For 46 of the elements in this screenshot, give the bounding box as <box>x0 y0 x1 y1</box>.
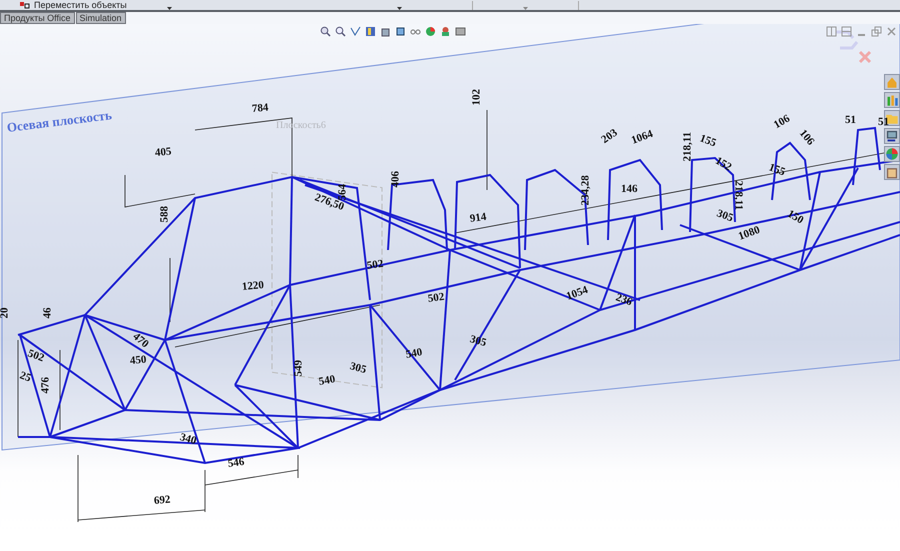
dimension-label: 1220 <box>242 280 264 293</box>
ribbon-tab[interactable]: Продукты Office <box>0 12 75 24</box>
dimension-label: 51 <box>845 115 856 126</box>
dimension-label: 236 <box>614 292 634 308</box>
dimension-label: 234,28 <box>580 175 592 206</box>
dimension-label: 20 <box>0 308 10 318</box>
dimension-label: 476 <box>40 377 52 394</box>
dimension-label: 540 <box>405 347 424 361</box>
dimension-label: 405 <box>154 146 172 159</box>
dimension-label: 549 <box>294 360 304 376</box>
dimension-label: 502 <box>427 292 446 305</box>
dimension-label: 502 <box>366 258 384 272</box>
dimension-label: 540 <box>318 374 336 388</box>
dimension-label: 305 <box>715 208 734 224</box>
move-entities-command[interactable]: Переместить объекты <box>34 1 127 10</box>
dimension-label: 218,11 <box>732 180 744 210</box>
dimension-label: 502 <box>26 348 46 364</box>
dimension-label: 150 <box>785 208 806 227</box>
dimension-label: 46 <box>42 308 54 318</box>
dimension-label: 546 <box>227 456 246 470</box>
dimension-label: 155 <box>767 162 786 178</box>
dimension-label: 1054 <box>565 284 590 303</box>
dimension-label: 692 <box>154 494 171 507</box>
dimension-label: 470 <box>130 331 150 350</box>
dimension-label: 450 <box>130 354 147 367</box>
dimension-label: 1080 <box>737 224 762 243</box>
plane-label: Осевая плоскость <box>6 107 113 136</box>
dimension-label: 155 <box>698 133 718 150</box>
dimension-label: 106 <box>796 128 816 148</box>
dimension-label: 1064 <box>630 128 655 147</box>
ribbon-tab[interactable]: Simulation <box>76 12 126 24</box>
dimension-label: 305 <box>468 334 488 350</box>
dimension-label: 51 <box>878 117 889 128</box>
dimension-label: 106 <box>772 113 792 132</box>
dimension-label: 218,11 <box>682 132 694 162</box>
dimension-label: 25 <box>18 370 32 384</box>
dimension-label: 305 <box>348 361 368 376</box>
dimension-label: 914 <box>469 212 488 225</box>
dimension-label: 102 <box>472 89 482 106</box>
dimension-label: 588 <box>160 206 170 222</box>
dimension-label: 340 <box>178 432 198 448</box>
dimension-label: 152 <box>713 156 734 174</box>
dimension-label: 203 <box>600 128 620 146</box>
dimension-label: 784 <box>252 102 269 115</box>
dimension-label: 406 <box>390 171 402 188</box>
dimension-label: 146 <box>621 184 638 195</box>
